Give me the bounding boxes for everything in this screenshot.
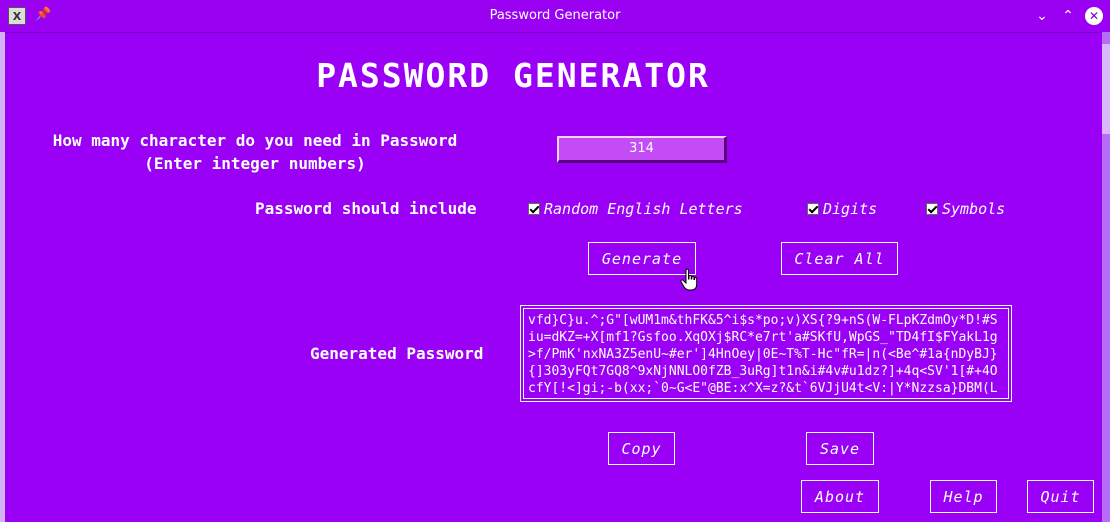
include-label: Password should include <box>255 199 477 218</box>
copy-button-label: Copy <box>621 439 662 458</box>
length-label: How many character do you need in Passwo… <box>20 129 490 175</box>
length-label-line2: (Enter integer numbers) <box>144 154 366 173</box>
letters-checkbox-label: Random English Letters <box>544 200 743 218</box>
scrollbar-thumb[interactable] <box>1102 44 1110 134</box>
symbols-checkbox[interactable]: Symbols <box>926 200 1005 218</box>
letters-checkbox[interactable]: Random English Letters <box>528 200 743 218</box>
length-input[interactable]: 314 <box>557 136 727 163</box>
window-title: Password Generator <box>489 8 621 23</box>
clear-all-button-label: Clear All <box>794 249 885 268</box>
checkbox-checked-icon[interactable] <box>926 203 938 215</box>
clear-all-button[interactable]: Clear All <box>781 242 898 275</box>
copy-button[interactable]: Copy <box>608 432 675 465</box>
help-button[interactable]: Help <box>930 480 997 513</box>
window-title-bar: X 📌 Password Generator ⌄ ⌃ ✕ <box>0 0 1110 33</box>
password-line: iu=dKZ=+X[mf1?Gsfoo.XqOXj$RC*e7rt'a#SKfU… <box>528 330 998 345</box>
password-output-text[interactable]: vfd}C}u.^;G"[wUM1m&thFK&5^i$s*po;v)XS{?9… <box>523 308 1009 399</box>
page-title: PASSWORD GENERATOR <box>316 56 710 95</box>
quit-button-label: Quit <box>1040 487 1081 506</box>
checkbox-checked-icon[interactable] <box>807 203 819 215</box>
password-line: >f/PmK'nxNA3Z5enU~#er']4HnOey|0E~T%T-Hc"… <box>528 347 998 362</box>
checkbox-checked-icon[interactable] <box>528 203 540 215</box>
password-line: vfd}C}u.^;G"[wUM1m&thFK&5^i$s*po;v)XS{?9… <box>528 313 998 328</box>
password-output-box[interactable]: vfd}C}u.^;G"[wUM1m&thFK&5^i$s*po;v)XS{?9… <box>520 305 1012 402</box>
about-button-label: About <box>814 487 866 506</box>
hand-cursor-icon <box>680 268 698 291</box>
symbols-checkbox-label: Symbols <box>942 200 1006 218</box>
save-button[interactable]: Save <box>806 432 874 465</box>
generated-password-label: Generated Password <box>310 344 484 363</box>
quit-button[interactable]: Quit <box>1027 480 1094 513</box>
length-label-line1: How many character do you need in Passwo… <box>52 131 458 150</box>
password-line: cfY[!<]gi;-b(xx;`0~G<E"@BE:x^X=z?&t`6VJj… <box>528 381 998 396</box>
generate-button-label: Generate <box>601 249 683 268</box>
minimize-button[interactable]: ⌄ <box>1031 5 1053 27</box>
close-button[interactable]: ✕ <box>1085 7 1103 25</box>
digits-checkbox[interactable]: Digits <box>807 200 877 218</box>
help-button-label: Help <box>943 487 984 506</box>
window-scrollbar[interactable] <box>1102 32 1110 522</box>
window-left-edge <box>0 32 5 522</box>
digits-checkbox-label: Digits <box>823 200 878 218</box>
about-button[interactable]: About <box>801 480 879 513</box>
maximize-button[interactable]: ⌃ <box>1057 5 1079 27</box>
save-button-label: Save <box>819 439 861 458</box>
password-line: {]303yFQt7GQ8^9xNjNNLO0fZB_3uRg]t1n&i#4v… <box>528 364 998 379</box>
